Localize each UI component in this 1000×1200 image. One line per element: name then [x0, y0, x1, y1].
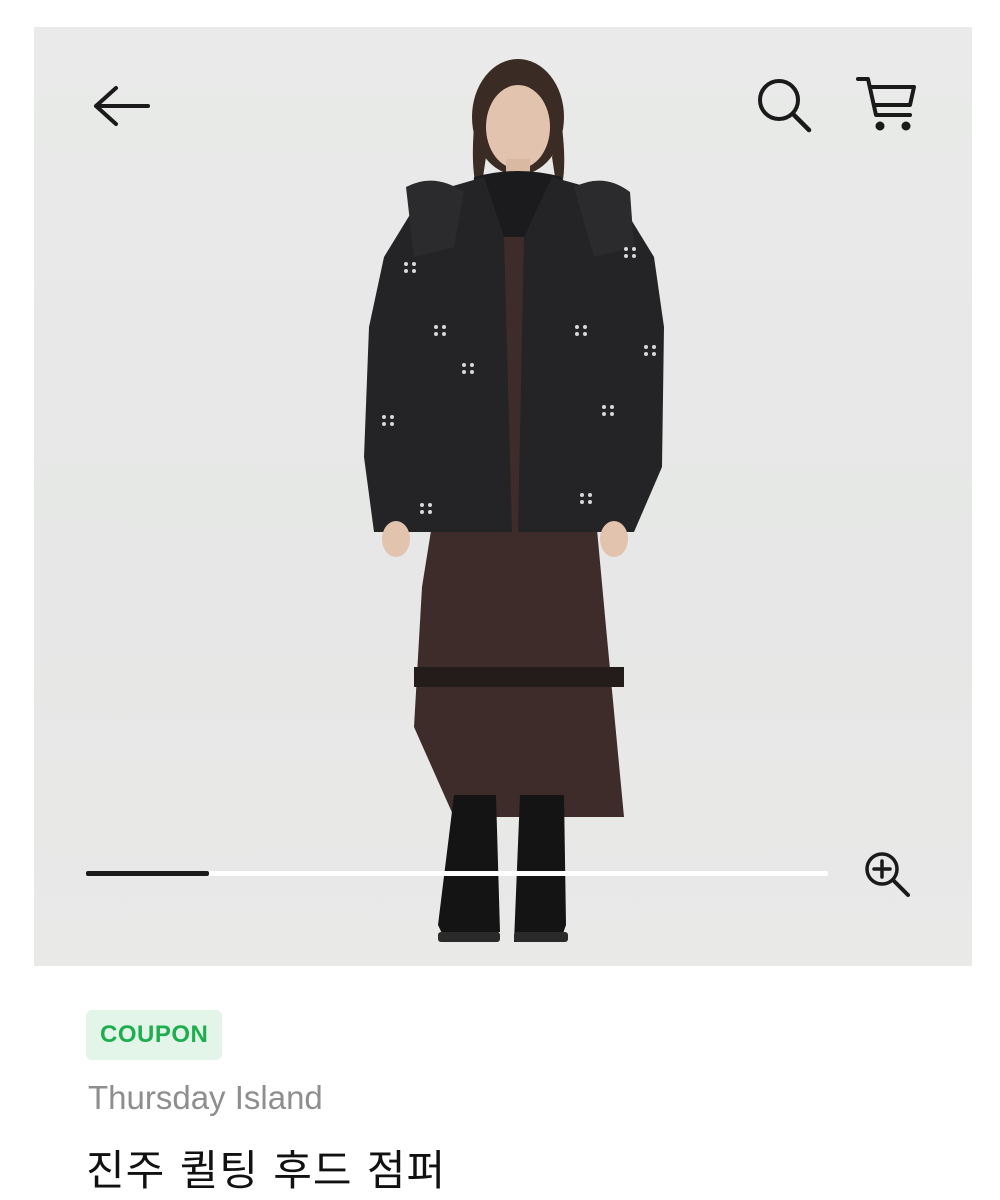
product-photo [364, 59, 664, 942]
search-icon [758, 79, 812, 133]
coupon-badge: COUPON [86, 1010, 223, 1060]
brand-name[interactable]: Thursday Island [88, 1078, 323, 1118]
gallery-progress-fill [86, 871, 210, 876]
cart-icon [856, 77, 916, 131]
cart-button[interactable] [854, 73, 924, 135]
zoom-in-icon [865, 852, 910, 897]
product-image-gallery[interactable] [34, 27, 972, 966]
back-button[interactable] [92, 82, 152, 130]
search-button[interactable] [754, 75, 814, 135]
product-detail-page: COUPON Thursday Island 진주 퀼팅 후드 점퍼 [0, 0, 1000, 1200]
zoom-button[interactable] [862, 849, 914, 901]
gallery-progress-bar [86, 871, 828, 876]
product-title: 진주 퀼팅 후드 점퍼 [86, 1146, 447, 1195]
arrow-left-icon [94, 86, 150, 126]
